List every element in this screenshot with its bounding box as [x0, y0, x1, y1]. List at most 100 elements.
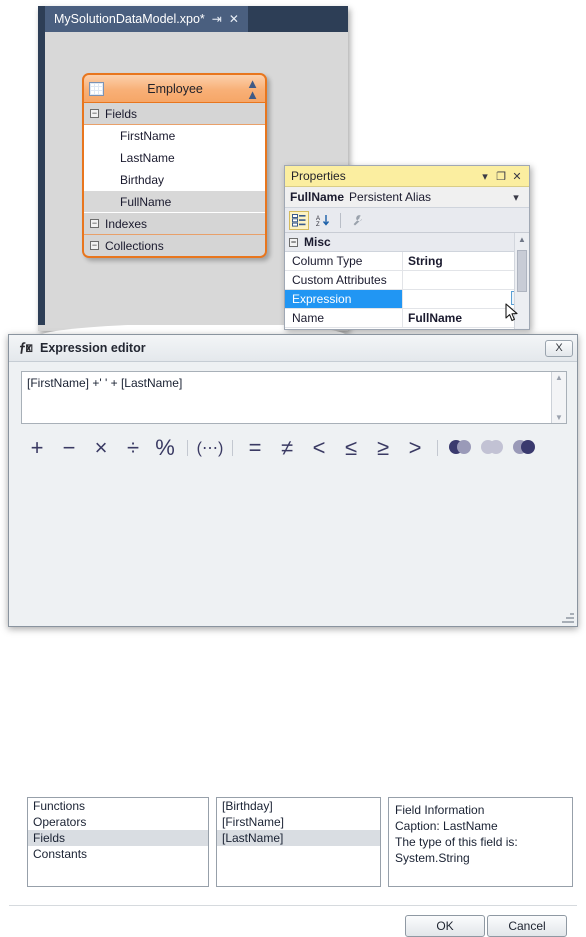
category-list[interactable]: Functions Operators Fields Constants — [27, 797, 209, 887]
class-section-label: Collections — [105, 238, 164, 253]
property-value[interactable]: ... — [403, 290, 529, 308]
expander-icon[interactable]: − — [90, 241, 99, 250]
class-section-fields[interactable]: − Fields — [84, 103, 265, 125]
property-row-custom-attributes[interactable]: Custom Attributes — [285, 271, 529, 290]
alphabetical-sort-icon[interactable]: A Z — [313, 211, 333, 230]
equal-operator-button[interactable]: = — [239, 433, 271, 463]
class-section-label: Fields — [105, 106, 138, 121]
list-item[interactable]: Functions — [28, 798, 208, 814]
expander-icon[interactable]: − — [90, 109, 99, 118]
class-section-collections[interactable]: − Collections — [84, 235, 265, 256]
document-tab[interactable]: MySolutionDataModel.xpo* ⇥ ✕ — [45, 6, 248, 32]
class-card-employee[interactable]: Employee ▲ ▲ − Fields FirstName LastName … — [82, 73, 267, 258]
property-value[interactable]: FullName — [403, 309, 529, 327]
class-field-row[interactable]: Birthday — [84, 169, 265, 191]
less-or-equal-operator-button[interactable]: ≤ — [335, 433, 367, 463]
properties-scrollbar[interactable]: ▲ ▼ — [514, 233, 529, 329]
list-item[interactable]: Operators — [28, 814, 208, 830]
table-grid-icon — [89, 81, 104, 96]
not-operator-button[interactable] — [508, 433, 540, 463]
property-name: Column Type — [285, 252, 403, 270]
venn-or-icon — [481, 440, 503, 456]
not-equal-operator-button[interactable]: ≠ — [271, 433, 303, 463]
property-name: Custom Attributes — [285, 271, 403, 289]
list-item[interactable]: [Birthday] — [217, 798, 380, 814]
class-field-label: LastName — [120, 150, 175, 165]
info-line: The type of this field is: — [395, 835, 518, 849]
venn-not-icon — [513, 440, 535, 456]
class-field-row[interactable]: FirstName — [84, 125, 265, 147]
property-row-expression[interactable]: Expression ... — [285, 290, 529, 309]
class-section-indexes[interactable]: − Indexes — [84, 213, 265, 235]
expression-input-area[interactable]: [FirstName] +' ' + [LastName] ▲ ▼ — [21, 371, 567, 424]
divide-operator-button[interactable]: ÷ — [117, 433, 149, 463]
and-operator-button[interactable] — [444, 433, 476, 463]
svg-text:Z: Z — [316, 222, 320, 227]
list-item[interactable]: [FirstName] — [217, 814, 380, 830]
property-value[interactable] — [403, 271, 529, 289]
expression-input[interactable]: [FirstName] +' ' + [LastName] — [22, 372, 551, 423]
scroll-up-icon[interactable]: ▲ — [515, 233, 529, 246]
property-name: Name — [285, 309, 403, 327]
designer-left-edge — [38, 6, 45, 325]
class-field-label: FullName — [120, 194, 172, 209]
list-item[interactable]: Constants — [28, 846, 208, 862]
properties-category-misc[interactable]: − Misc — [285, 233, 529, 252]
list-item-selected[interactable]: [LastName] — [217, 830, 380, 846]
close-button[interactable]: X — [545, 339, 573, 357]
info-line: System.String — [395, 851, 470, 865]
cancel-button[interactable]: Cancel — [487, 915, 567, 937]
multiply-operator-button[interactable]: × — [85, 433, 117, 463]
property-name: Expression — [285, 290, 403, 308]
venn-and-icon — [449, 440, 471, 456]
class-field-row[interactable]: LastName — [84, 147, 265, 169]
properties-object-name: FullName — [290, 190, 345, 204]
plus-operator-button[interactable]: + — [21, 433, 53, 463]
maximize-icon[interactable]: ❐ — [493, 168, 509, 184]
greater-or-equal-operator-button[interactable]: ≥ — [367, 433, 399, 463]
pin-icon[interactable]: ⇥ — [212, 13, 222, 25]
categorized-view-icon[interactable] — [289, 210, 309, 230]
chevron-down-icon[interactable]: ▾ — [477, 168, 493, 184]
expander-icon[interactable]: − — [289, 237, 298, 247]
properties-object-selector[interactable]: FullName Persistent Alias ▾ — [285, 187, 529, 208]
field-list[interactable]: [Birthday] [FirstName] [LastName] — [216, 797, 381, 887]
property-value[interactable]: String — [403, 252, 529, 270]
expression-scrollbar[interactable]: ▲ ▼ — [551, 372, 566, 423]
list-item-label: [FirstName] — [222, 815, 285, 829]
list-item-label: Constants — [33, 847, 88, 861]
greater-than-operator-button[interactable]: > — [399, 433, 431, 463]
expression-editor-title: Expression editor — [40, 341, 146, 355]
class-card-header[interactable]: Employee ▲ ▲ — [84, 75, 265, 103]
property-row-name[interactable]: Name FullName — [285, 309, 529, 328]
chevron-double-up-icon[interactable]: ▲ ▲ — [246, 77, 259, 101]
properties-object-type: Persistent Alias — [349, 190, 432, 204]
info-line: Field Information — [395, 803, 485, 817]
class-field-label: Birthday — [120, 172, 165, 187]
property-row-column-type[interactable]: Column Type String — [285, 252, 529, 271]
list-item-selected[interactable]: Fields — [28, 830, 208, 846]
scroll-down-icon[interactable]: ▼ — [555, 413, 563, 422]
less-than-operator-button[interactable]: < — [303, 433, 335, 463]
resize-grip[interactable] — [562, 611, 574, 623]
expander-icon[interactable]: − — [90, 219, 99, 228]
or-operator-button[interactable] — [476, 433, 508, 463]
scrollbar-thumb[interactable] — [517, 250, 527, 292]
modulo-operator-button[interactable]: % — [149, 433, 181, 463]
class-field-label: FirstName — [120, 128, 176, 143]
close-icon[interactable]: ✕ — [509, 168, 525, 184]
list-item-label: [LastName] — [222, 831, 284, 845]
properties-grid[interactable]: − Misc Column Type String Custom Attribu… — [285, 233, 529, 329]
chevron-down-icon[interactable]: ▾ — [508, 189, 524, 205]
properties-titlebar: Properties ▾ ❐ ✕ — [285, 166, 529, 187]
close-icon[interactable]: ✕ — [229, 13, 239, 25]
scroll-up-icon[interactable]: ▲ — [555, 373, 563, 382]
class-field-row-selected[interactable]: FullName — [84, 191, 265, 213]
wrench-icon[interactable] — [348, 211, 368, 230]
properties-category-label: Misc — [304, 235, 331, 249]
parentheses-operator-button[interactable]: (⋯) — [194, 433, 226, 463]
minus-operator-button[interactable]: − — [53, 433, 85, 463]
ok-button[interactable]: OK — [405, 915, 485, 937]
properties-toolbar: A Z — [285, 208, 529, 233]
document-tab-label: MySolutionDataModel.xpo* — [54, 12, 205, 26]
